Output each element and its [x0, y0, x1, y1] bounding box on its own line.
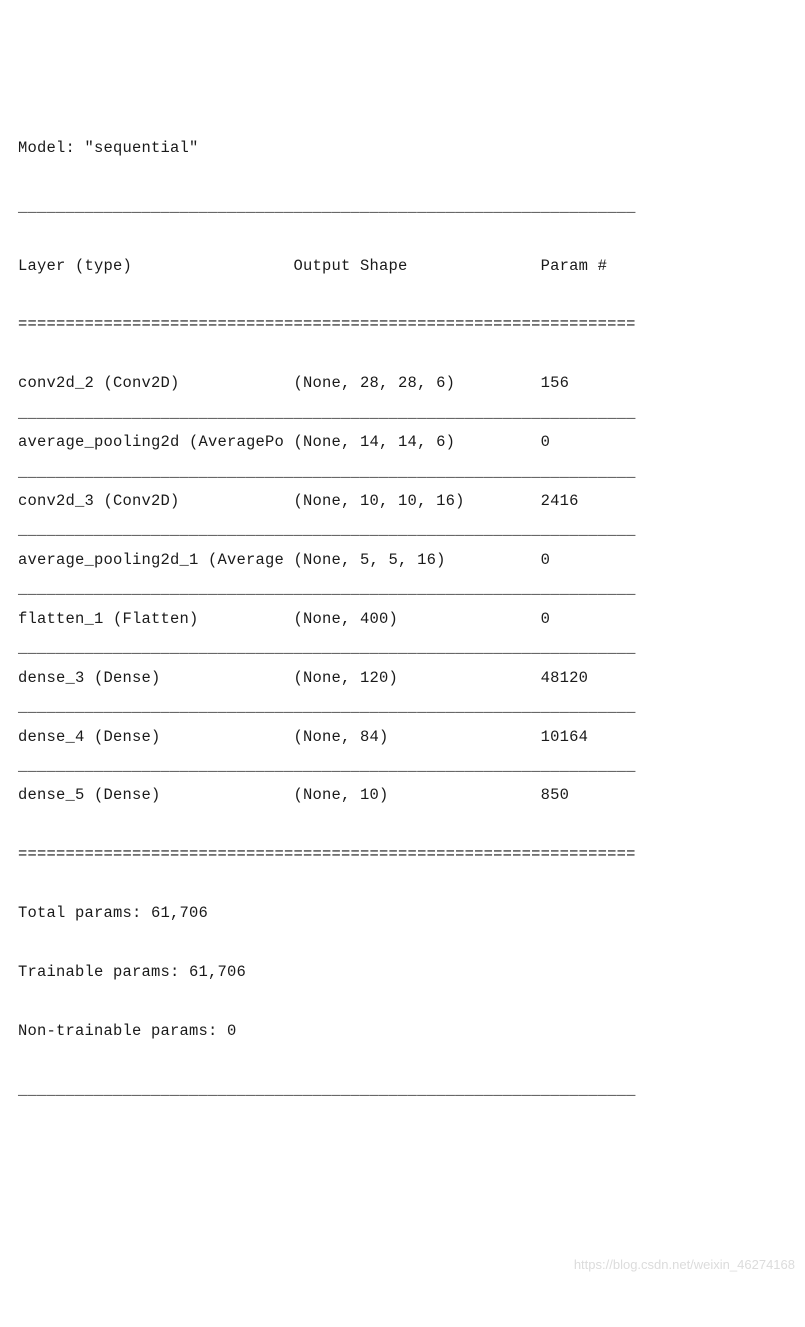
divider-under: ________________________________________… [18, 399, 787, 428]
divider-under: ________________________________________… [18, 1076, 787, 1105]
trainable-params: Trainable params: 61,706 [18, 958, 787, 987]
divider-double: ========================================… [18, 840, 787, 869]
divider-under: ________________________________________… [18, 458, 787, 487]
table-row: conv2d_3 (Conv2D) (None, 10, 10, 16) 241… [18, 487, 787, 516]
table-row: average_pooling2d_1 (Average (None, 5, 5… [18, 546, 787, 575]
watermark: https://blog.csdn.net/weixin_46274168 [574, 1253, 795, 1278]
model-name-line: Model: "sequential" [18, 134, 787, 163]
total-params: Total params: 61,706 [18, 899, 787, 928]
table-row: dense_4 (Dense) (None, 84) 10164 [18, 723, 787, 752]
divider-under: ________________________________________… [18, 693, 787, 722]
divider-under: ________________________________________… [18, 752, 787, 781]
divider-under: ________________________________________… [18, 575, 787, 604]
divider-under: ________________________________________… [18, 193, 787, 222]
table-row: conv2d_2 (Conv2D) (None, 28, 28, 6) 156 [18, 369, 787, 398]
table-row: dense_5 (Dense) (None, 10) 850 [18, 781, 787, 810]
header-row: Layer (type) Output Shape Param # [18, 252, 787, 281]
divider-double: ========================================… [18, 310, 787, 339]
nontrainable-params: Non-trainable params: 0 [18, 1017, 787, 1046]
divider-under: ________________________________________… [18, 516, 787, 545]
table-row: average_pooling2d (AveragePo (None, 14, … [18, 428, 787, 457]
divider-under: ________________________________________… [18, 634, 787, 663]
table-row: dense_3 (Dense) (None, 120) 48120 [18, 664, 787, 693]
table-row: flatten_1 (Flatten) (None, 400) 0 [18, 605, 787, 634]
